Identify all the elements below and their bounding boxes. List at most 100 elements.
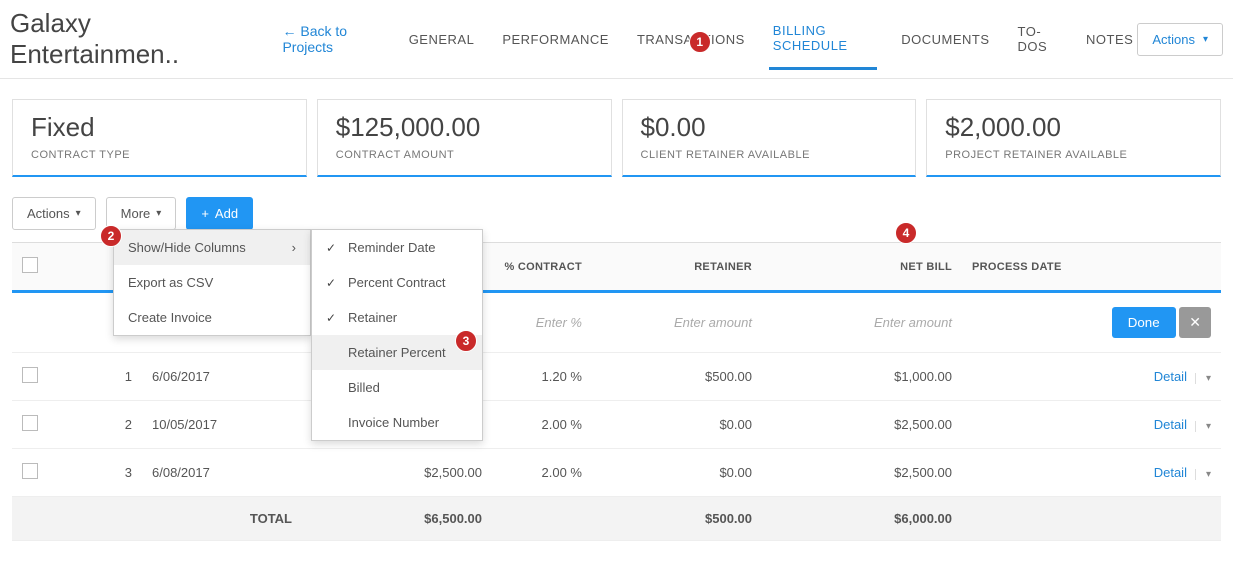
cell-netbill: $1,000.00 bbox=[762, 353, 962, 401]
back-to-projects-link[interactable]: Back to Projects bbox=[282, 23, 394, 55]
tab-performance[interactable]: PERFORMANCE bbox=[498, 18, 613, 61]
toolbar-more-button[interactable]: More ▾ bbox=[106, 197, 177, 230]
cell-retainer: $0.00 bbox=[592, 449, 762, 497]
menu-label: Show/Hide Columns bbox=[128, 240, 246, 255]
card-contract-amount: $125,000.00 CONTRACT AMOUNT bbox=[317, 99, 612, 177]
row-checkbox[interactable] bbox=[22, 415, 38, 431]
header-bar: Galaxy Entertainmen.. Back to Projects G… bbox=[0, 0, 1233, 79]
col-retainer: RETAINER bbox=[592, 243, 762, 292]
col-pct: % CONTRACT bbox=[492, 243, 592, 292]
chevron-right-icon: › bbox=[292, 240, 296, 255]
cell-num: 1 bbox=[52, 353, 142, 401]
col-retainer[interactable]: Retainer bbox=[312, 300, 482, 335]
card-value: $125,000.00 bbox=[336, 112, 593, 143]
card-label: CONTRACT TYPE bbox=[31, 149, 288, 161]
done-button[interactable]: Done bbox=[1112, 307, 1176, 338]
header-actions-button[interactable]: Actions ▾ bbox=[1137, 23, 1223, 56]
card-client-retainer: $0.00 CLIENT RETAINER AVAILABLE bbox=[622, 99, 917, 177]
toolbar-actions-label: Actions bbox=[27, 206, 70, 221]
cell-retainer: $0.00 bbox=[592, 401, 762, 449]
col-invoice-number[interactable]: Invoice Number bbox=[312, 405, 482, 440]
table-row: 2 10/05/2017 0.00 2.00 % $0.00 $2,500.00… bbox=[12, 401, 1221, 449]
totals-retainer: $500.00 bbox=[592, 497, 762, 541]
menu-label: Invoice Number bbox=[348, 415, 439, 430]
summary-cards: Fixed CONTRACT TYPE $125,000.00 CONTRACT… bbox=[0, 79, 1233, 187]
add-button[interactable]: + Add bbox=[186, 197, 253, 230]
totals-netbill: $6,000.00 bbox=[762, 497, 962, 541]
col-percent-contract[interactable]: Percent Contract bbox=[312, 265, 482, 300]
chevron-down-icon[interactable]: ▾ bbox=[1195, 373, 1211, 384]
chevron-down-icon: ▾ bbox=[1203, 34, 1208, 45]
col-reminder-date[interactable]: Reminder Date bbox=[312, 230, 482, 265]
cell-num: 3 bbox=[52, 449, 142, 497]
annotation-3: 3 bbox=[455, 330, 477, 352]
chevron-down-icon[interactable]: ▾ bbox=[1195, 421, 1211, 432]
cell-retainer: $500.00 bbox=[592, 353, 762, 401]
add-label: Add bbox=[215, 206, 238, 221]
card-value: Fixed bbox=[31, 112, 288, 143]
tab-documents[interactable]: DOCUMENTS bbox=[897, 18, 993, 61]
cell-netbill: $2,500.00 bbox=[762, 401, 962, 449]
detail-link[interactable]: Detail bbox=[1154, 465, 1187, 480]
col-netbill: NET BILL bbox=[762, 243, 962, 292]
menu-label: Billed bbox=[348, 380, 380, 395]
tabs: GENERAL PERFORMANCE TRANSACTIONS BILLING… bbox=[405, 9, 1138, 70]
menu-label: Percent Contract bbox=[348, 275, 446, 290]
plus-icon: + bbox=[201, 206, 209, 221]
card-label: CLIENT RETAINER AVAILABLE bbox=[641, 149, 898, 161]
toolbar-actions-button[interactable]: Actions ▾ bbox=[12, 197, 96, 230]
more-menu: Show/Hide Columns › Export as CSV Create… bbox=[113, 229, 311, 336]
cell-netbill: $2,500.00 bbox=[762, 449, 962, 497]
chevron-down-icon: ▾ bbox=[76, 208, 81, 219]
detail-link[interactable]: Detail bbox=[1154, 417, 1187, 432]
totals-label: TOTAL bbox=[142, 497, 302, 541]
card-project-retainer: $2,000.00 PROJECT RETAINER AVAILABLE bbox=[926, 99, 1221, 177]
menu-label: Retainer Percent bbox=[348, 345, 446, 360]
columns-submenu: Reminder Date Percent Contract Retainer … bbox=[311, 229, 483, 441]
toolbar: Actions ▾ More ▾ + Add 2 Show/Hide Colum… bbox=[0, 187, 1233, 230]
retainer-input[interactable]: Enter amount bbox=[674, 315, 752, 330]
cell-pct: 2.00 % bbox=[492, 401, 592, 449]
card-label: PROJECT RETAINER AVAILABLE bbox=[945, 149, 1202, 161]
col-process: PROCESS DATE bbox=[962, 243, 1091, 292]
tab-billing-schedule[interactable]: BILLING SCHEDULE bbox=[769, 9, 877, 70]
cell-date: 10/05/2017 bbox=[142, 401, 302, 449]
annotation-4: 4 bbox=[895, 222, 917, 244]
menu-label: Reminder Date bbox=[348, 240, 435, 255]
select-all-checkbox[interactable] bbox=[22, 257, 38, 273]
totals-revenue: $6,500.00 bbox=[302, 497, 492, 541]
card-value: $0.00 bbox=[641, 112, 898, 143]
header-actions-label: Actions bbox=[1152, 32, 1195, 47]
menu-show-hide-columns[interactable]: Show/Hide Columns › bbox=[114, 230, 310, 265]
col-billed[interactable]: Billed bbox=[312, 370, 482, 405]
menu-export-csv[interactable]: Export as CSV bbox=[114, 265, 310, 300]
table-row: 3 6/08/2017 $2,500.00 2.00 % $0.00 $2,50… bbox=[12, 449, 1221, 497]
cell-num: 2 bbox=[52, 401, 142, 449]
cell-pct: 2.00 % bbox=[492, 449, 592, 497]
row-checkbox[interactable] bbox=[22, 367, 38, 383]
row-checkbox[interactable] bbox=[22, 463, 38, 479]
cell-revenue: $2,500.00 bbox=[302, 449, 492, 497]
toolbar-more-label: More bbox=[121, 206, 151, 221]
project-title: Galaxy Entertainmen.. bbox=[10, 8, 252, 70]
cell-date: 6/06/2017 bbox=[142, 353, 302, 401]
pct-input[interactable]: Enter % bbox=[536, 315, 582, 330]
card-contract-type: Fixed CONTRACT TYPE bbox=[12, 99, 307, 177]
netbill-input[interactable]: Enter amount bbox=[874, 315, 952, 330]
tab-todos[interactable]: TO-DOS bbox=[1014, 10, 1063, 68]
menu-label: Export as CSV bbox=[128, 275, 213, 290]
tab-general[interactable]: GENERAL bbox=[405, 18, 479, 61]
annotation-1: 1 bbox=[689, 31, 711, 53]
menu-label: Create Invoice bbox=[128, 310, 212, 325]
annotation-2: 2 bbox=[100, 225, 122, 247]
tab-notes[interactable]: NOTES bbox=[1082, 18, 1137, 61]
menu-label: Retainer bbox=[348, 310, 397, 325]
close-button[interactable]: ✕ bbox=[1179, 307, 1211, 338]
detail-link[interactable]: Detail bbox=[1154, 369, 1187, 384]
table-row: 1 6/06/2017 0.00 1.20 % $500.00 $1,000.0… bbox=[12, 353, 1221, 401]
chevron-down-icon[interactable]: ▾ bbox=[1195, 469, 1211, 480]
cell-date: 6/08/2017 bbox=[142, 449, 302, 497]
totals-row: TOTAL $6,500.00 $500.00 $6,000.00 bbox=[12, 497, 1221, 541]
menu-create-invoice[interactable]: Create Invoice bbox=[114, 300, 310, 335]
cell-pct: 1.20 % bbox=[492, 353, 592, 401]
